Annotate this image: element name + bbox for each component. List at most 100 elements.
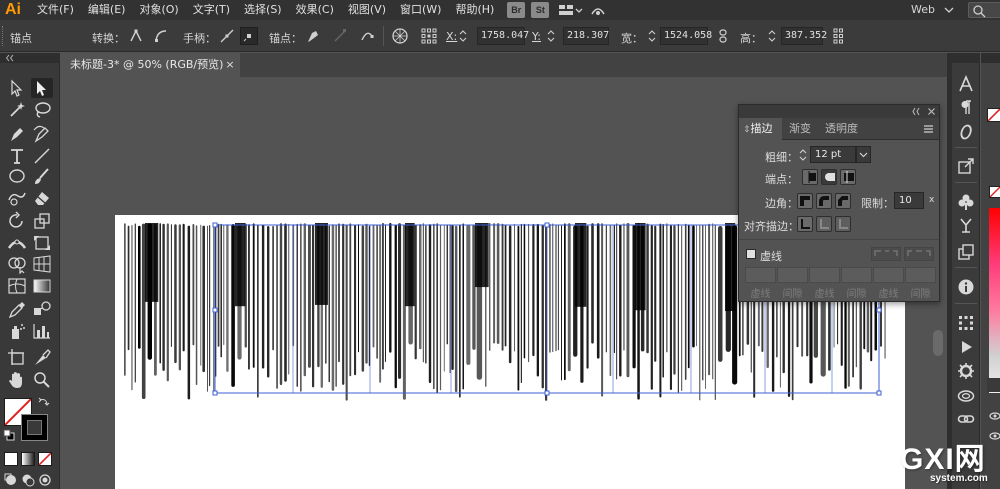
- menu-select[interactable]: 选择(S): [237, 0, 289, 20]
- remove-anchor-icon[interactable]: [304, 27, 322, 45]
- symbols-panel-icon[interactable]: [957, 193, 975, 211]
- height-spinner-icon[interactable]: [768, 29, 776, 43]
- vertical-scrollbar[interactable]: [933, 330, 943, 356]
- actions-panel-icon[interactable]: [957, 338, 975, 356]
- eraser-tool-icon[interactable]: [31, 188, 53, 208]
- slice-tool-icon[interactable]: [31, 347, 53, 367]
- curvature-tool-icon[interactable]: [31, 124, 53, 144]
- round-join-button[interactable]: [816, 193, 832, 209]
- paragraph-panel-icon[interactable]: [957, 98, 975, 116]
- menu-type[interactable]: 文字(T): [186, 0, 237, 20]
- menu-object[interactable]: 对象(O): [132, 0, 185, 20]
- pen-tool-icon[interactable]: [6, 124, 28, 144]
- dashed-line-checkbox[interactable]: [746, 249, 756, 259]
- document-tab[interactable]: 未标题-3* @ 50% (RGB/预览): [60, 53, 240, 77]
- hide-handles-icon[interactable]: [240, 27, 258, 45]
- gradient-mode-icon[interactable]: [21, 452, 35, 466]
- color-mode-icon[interactable]: [4, 452, 18, 466]
- convert-to-corner-icon[interactable]: [127, 27, 145, 45]
- width-spinner-icon[interactable]: [648, 29, 656, 43]
- hand-tool-icon[interactable]: [6, 370, 28, 390]
- align-center-button[interactable]: [797, 216, 813, 232]
- links-panel-icon[interactable]: [957, 410, 975, 428]
- recolor-artwork-icon[interactable]: [391, 27, 409, 45]
- dash-1-input[interactable]: [745, 267, 776, 283]
- show-handles-icon[interactable]: [218, 27, 236, 45]
- weight-dropdown[interactable]: [856, 146, 871, 163]
- asset-export-panel-icon[interactable]: [957, 243, 975, 261]
- scale-tool-icon[interactable]: [31, 211, 53, 231]
- none-mode-icon[interactable]: [38, 452, 52, 466]
- lasso-tool-icon[interactable]: [31, 100, 53, 120]
- type-tool-icon[interactable]: [6, 146, 28, 166]
- align-outside-button[interactable]: [835, 216, 851, 232]
- height-field[interactable]: 387.352: [781, 27, 827, 45]
- visibility-eye-icon[interactable]: [989, 411, 1000, 421]
- export-panel-icon[interactable]: [957, 157, 975, 175]
- limit-input[interactable]: 10: [894, 192, 924, 209]
- isolate-mode-icon[interactable]: [832, 27, 850, 45]
- swap-fill-stroke-icon[interactable]: [38, 396, 50, 408]
- reference-point-icon[interactable]: [420, 27, 438, 45]
- align-inside-button[interactable]: [816, 216, 832, 232]
- weight-spinner-icon[interactable]: [799, 148, 807, 162]
- tab-gradient[interactable]: 渐变: [783, 118, 817, 140]
- libraries-panel-icon[interactable]: [957, 386, 975, 404]
- draw-inside-icon[interactable]: [38, 473, 52, 487]
- appearance-panel-icon[interactable]: [957, 362, 975, 380]
- opentype-panel-icon[interactable]: [957, 123, 975, 141]
- gap-2-input[interactable]: [841, 267, 872, 283]
- menu-help[interactable]: 帮助(H): [448, 0, 501, 20]
- workspace-chevron-icon[interactable]: [943, 4, 955, 16]
- dash-3-input[interactable]: [873, 267, 904, 283]
- visibility-eye-icon[interactable]: [989, 431, 1000, 441]
- perspective-grid-tool-icon[interactable]: [31, 254, 53, 274]
- mesh-tool-icon[interactable]: [6, 276, 28, 296]
- info-panel-icon[interactable]: [957, 278, 975, 296]
- close-panel-icon[interactable]: [927, 107, 936, 116]
- search-input[interactable]: [968, 2, 1000, 18]
- default-fill-stroke-icon[interactable]: [3, 429, 15, 441]
- column-graph-tool-icon[interactable]: [31, 321, 53, 341]
- symbol-sprayer-tool-icon[interactable]: [6, 321, 28, 341]
- selection-tool-icon[interactable]: [6, 78, 28, 98]
- direct-selection-tool-icon[interactable]: [31, 78, 53, 98]
- collapse-panel-icon[interactable]: [912, 107, 922, 116]
- projecting-cap-button[interactable]: [840, 169, 856, 185]
- menu-view[interactable]: 视图(V): [341, 0, 393, 20]
- ellipse-tool-icon[interactable]: [6, 166, 28, 186]
- shape-builder-tool-icon[interactable]: [6, 254, 28, 274]
- gradient-panel-tab[interactable]: [987, 378, 1000, 392]
- transform-panel-icon[interactable]: [957, 314, 975, 332]
- y-field[interactable]: 218.307: [563, 27, 609, 45]
- menu-window[interactable]: 窗口(W): [393, 0, 448, 20]
- eyedropper-tool-icon[interactable]: [6, 299, 28, 319]
- bridge-button[interactable]: Br: [507, 2, 526, 18]
- draw-behind-icon[interactable]: [21, 473, 35, 487]
- character-panel-icon[interactable]: [957, 75, 975, 93]
- panel-menu-icon[interactable]: [923, 124, 934, 134]
- connect-endpoints-icon[interactable]: [331, 27, 349, 45]
- paintbrush-tool-icon[interactable]: [31, 166, 53, 186]
- convert-to-smooth-icon[interactable]: [152, 27, 170, 45]
- x-spinner-icon[interactable]: [459, 29, 467, 43]
- toolbar-collapse-icon[interactable]: [6, 54, 20, 62]
- menu-file[interactable]: 文件(F): [30, 0, 81, 20]
- tab-transparency[interactable]: 透明度: [819, 118, 864, 140]
- color-spectrum[interactable]: [989, 208, 1000, 393]
- dash-2-input[interactable]: [809, 267, 840, 283]
- miter-join-button[interactable]: [797, 193, 813, 209]
- magic-wand-tool-icon[interactable]: [6, 100, 28, 120]
- draw-normal-icon[interactable]: [4, 473, 18, 487]
- stroke-panel-titlebar[interactable]: [739, 105, 939, 118]
- artboard-tool-icon[interactable]: [6, 347, 28, 367]
- arrange-documents-icon[interactable]: [557, 2, 583, 18]
- blend-tool-icon[interactable]: [31, 299, 53, 319]
- weight-input[interactable]: 12 pt: [810, 146, 856, 163]
- shaper-tool-icon[interactable]: [6, 188, 28, 208]
- zoom-tool-icon[interactable]: [31, 370, 53, 390]
- gap-3-input[interactable]: [905, 267, 936, 283]
- color-stroke-swatch[interactable]: [989, 186, 1000, 198]
- gradient-tool-icon[interactable]: [31, 276, 53, 296]
- puppet-warp-panel-icon[interactable]: [957, 216, 975, 234]
